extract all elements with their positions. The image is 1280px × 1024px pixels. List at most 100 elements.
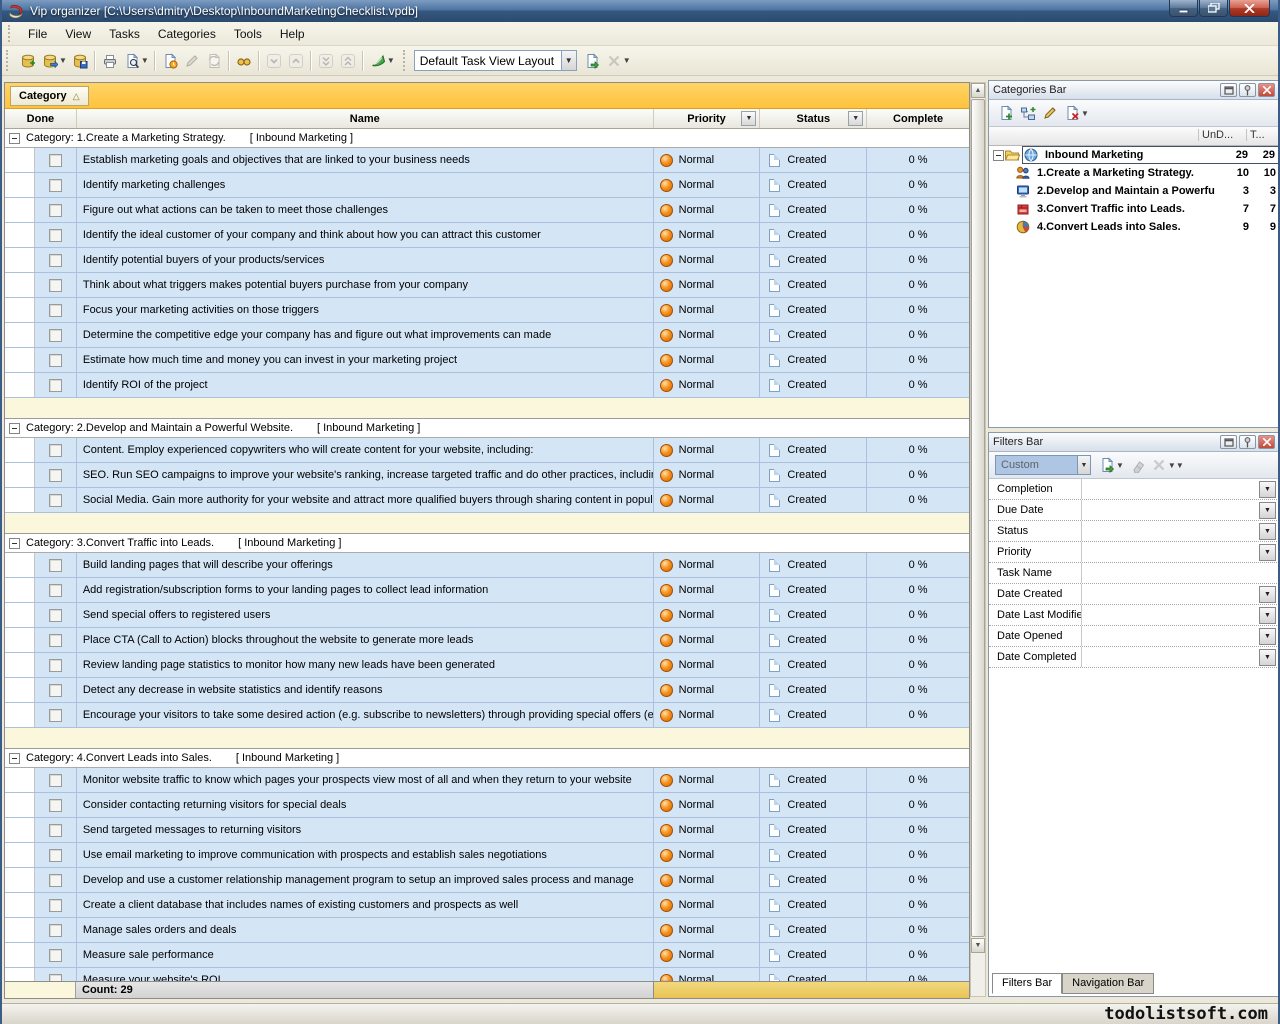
filter-dropdown-button[interactable]: ▼	[1259, 586, 1276, 603]
task-row[interactable]: Identify the ideal customer of your comp…	[5, 223, 969, 248]
status-cell[interactable]: Created	[760, 653, 867, 677]
task-row[interactable]: Think about what triggers makes potentia…	[5, 273, 969, 298]
complete-cell[interactable]: 0 %	[867, 323, 969, 347]
priority-cell[interactable]: Normal	[654, 678, 761, 702]
tab-navigation-bar[interactable]: Navigation Bar	[1062, 973, 1154, 994]
status-cell[interactable]: Created	[760, 768, 867, 792]
new-subcategory-icon[interactable]	[1017, 102, 1039, 124]
status-cell[interactable]: Created	[760, 893, 867, 917]
task-name-cell[interactable]: Identify ROI of the project	[77, 373, 654, 397]
task-row[interactable]: Measure your website's ROINormalCreated0…	[5, 968, 969, 981]
complete-cell[interactable]: 0 %	[867, 373, 969, 397]
complete-cell[interactable]: 0 %	[867, 793, 969, 817]
done-checkbox[interactable]	[49, 494, 62, 507]
dropdown-caret-icon[interactable]: ▼	[141, 56, 149, 65]
filters-restore-icon[interactable]	[1220, 435, 1237, 449]
filter-dropdown-button[interactable]: ▼	[1259, 607, 1276, 624]
menu-tasks[interactable]: Tasks	[100, 24, 149, 44]
filter-value-field[interactable]	[1081, 521, 1279, 541]
tree-item-category[interactable]: 2.Develop and Maintain a Powerful Websit…	[989, 182, 1279, 200]
task-name-cell[interactable]: Think about what triggers makes potentia…	[77, 273, 654, 297]
task-name-cell[interactable]: Identify the ideal customer of your comp…	[77, 223, 654, 247]
priority-cell[interactable]: Normal	[654, 793, 761, 817]
task-name-cell[interactable]: Create a client database that includes n…	[77, 893, 654, 917]
priority-cell[interactable]: Normal	[654, 438, 761, 462]
total-column-header[interactable]: T...	[1246, 129, 1265, 141]
task-row[interactable]: Determine the competitive edge your comp…	[5, 323, 969, 348]
done-checkbox[interactable]	[49, 379, 62, 392]
task-name-cell[interactable]: SEO. Run SEO campaigns to improve your w…	[77, 463, 654, 487]
scroll-down-button[interactable]: ▼	[971, 938, 985, 953]
status-cell[interactable]: Created	[760, 173, 867, 197]
complete-cell[interactable]: 0 %	[867, 818, 969, 842]
status-cell[interactable]: Created	[760, 148, 867, 172]
group-header-row[interactable]: Category: 2.Develop and Maintain a Power…	[5, 419, 969, 438]
task-row[interactable]: Place CTA (Call to Action) blocks throug…	[5, 628, 969, 653]
tree-item-category[interactable]: 3.Convert Traffic into Leads.77	[989, 200, 1279, 218]
status-cell[interactable]: Created	[760, 793, 867, 817]
complete-cell[interactable]: 0 %	[867, 703, 969, 727]
status-cell[interactable]: Created	[760, 603, 867, 627]
task-row[interactable]: Consider contacting returning visitors f…	[5, 793, 969, 818]
tree-item-category[interactable]: 4.Convert Leads into Sales.99	[989, 218, 1279, 236]
task-row[interactable]: Add registration/subscription forms to y…	[5, 578, 969, 603]
task-name-cell[interactable]: Determine the competitive edge your comp…	[77, 323, 654, 347]
task-row[interactable]: Identify marketing challengesNormalCreat…	[5, 173, 969, 198]
done-checkbox[interactable]	[49, 899, 62, 912]
menu-help[interactable]: Help	[271, 24, 314, 44]
collapse-icon[interactable]	[9, 538, 20, 549]
task-name-cell[interactable]: Detect any decrease in website statistic…	[77, 678, 654, 702]
complete-cell[interactable]: 0 %	[867, 438, 969, 462]
task-name-cell[interactable]: Identify marketing challenges	[77, 173, 654, 197]
dropdown-caret-icon[interactable]: ▼	[1176, 461, 1184, 470]
done-checkbox[interactable]	[49, 849, 62, 862]
filter-dropdown-button[interactable]: ▼	[1259, 502, 1276, 519]
complete-cell[interactable]: 0 %	[867, 678, 969, 702]
tree-item-inbound-marketing[interactable]: Inbound Marketing2929	[989, 146, 1279, 164]
done-checkbox[interactable]	[49, 254, 62, 267]
filter-dropdown-button[interactable]: ▼	[1259, 649, 1276, 666]
filter-dropdown-button[interactable]: ▼	[1259, 523, 1276, 540]
column-header-name[interactable]: Name	[77, 109, 654, 128]
status-cell[interactable]: Created	[760, 678, 867, 702]
filter-dropdown-button[interactable]: ▼	[1259, 481, 1276, 498]
status-cell[interactable]: Created	[760, 553, 867, 577]
complete-cell[interactable]: 0 %	[867, 868, 969, 892]
filter-value-field[interactable]	[1081, 479, 1279, 499]
done-checkbox[interactable]	[49, 824, 62, 837]
categories-close-icon[interactable]	[1258, 83, 1275, 97]
done-checkbox[interactable]	[49, 974, 62, 982]
categories-pin-icon[interactable]	[1239, 83, 1256, 97]
task-row[interactable]: Use email marketing to improve communica…	[5, 843, 969, 868]
find-tasks-icon[interactable]	[233, 50, 255, 72]
complete-cell[interactable]: 0 %	[867, 348, 969, 372]
restore-button[interactable]	[1199, 0, 1228, 17]
column-header-priority[interactable]: Priority▼	[654, 109, 761, 128]
done-checkbox[interactable]	[49, 469, 62, 482]
save-database-icon[interactable]	[69, 50, 91, 72]
print-preview-icon[interactable]	[121, 50, 143, 72]
task-name-cell[interactable]: Estimate how much time and money you can…	[77, 348, 654, 372]
priority-cell[interactable]: Normal	[654, 348, 761, 372]
task-row[interactable]: SEO. Run SEO campaigns to improve your w…	[5, 463, 969, 488]
task-row[interactable]: Measure sale performanceNormalCreated0 %	[5, 943, 969, 968]
collapse-icon[interactable]	[9, 753, 20, 764]
priority-cell[interactable]: Normal	[654, 868, 761, 892]
task-row[interactable]: Social Media. Gain more authority for yo…	[5, 488, 969, 513]
print-icon[interactable]	[99, 50, 121, 72]
group-header-row[interactable]: Category: 1.Create a Marketing Strategy.…	[5, 129, 969, 148]
task-row[interactable]: Focus your marketing activities on those…	[5, 298, 969, 323]
task-row[interactable]: Detect any decrease in website statistic…	[5, 678, 969, 703]
priority-cell[interactable]: Normal	[654, 553, 761, 577]
complete-cell[interactable]: 0 %	[867, 488, 969, 512]
task-name-cell[interactable]: Use email marketing to improve communica…	[77, 843, 654, 867]
task-row[interactable]: Send targeted messages to returning visi…	[5, 818, 969, 843]
done-checkbox[interactable]	[49, 329, 62, 342]
complete-cell[interactable]: 0 %	[867, 968, 969, 981]
task-row[interactable]: Build landing pages that will describe y…	[5, 553, 969, 578]
complete-cell[interactable]: 0 %	[867, 553, 969, 577]
status-cell[interactable]: Created	[760, 868, 867, 892]
filter-value-field[interactable]	[1081, 584, 1279, 604]
status-filter-button[interactable]: ▼	[848, 111, 863, 126]
vertical-scrollbar[interactable]: ▲ ▼	[970, 82, 986, 997]
